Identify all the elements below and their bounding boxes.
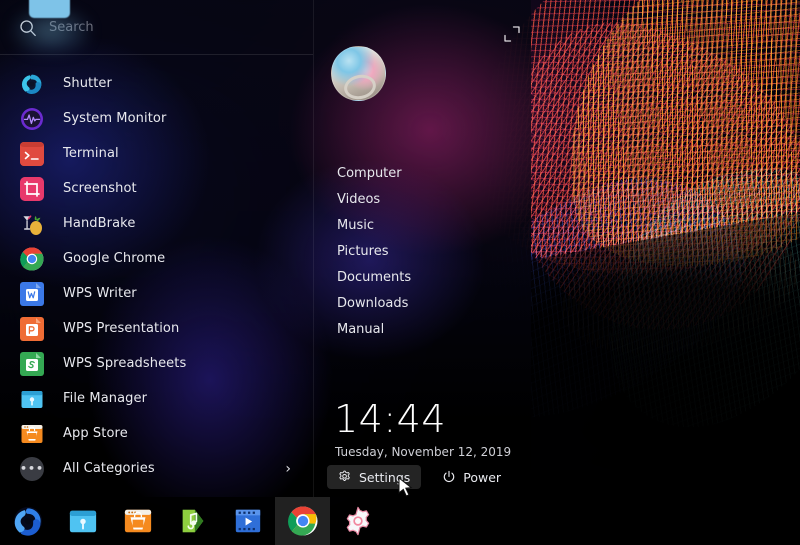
tooltip-chip: [29, 0, 70, 18]
app-label: App Store: [63, 426, 128, 441]
dock-item-google-chrome[interactable]: [275, 497, 330, 545]
clock-date: Tuesday, November 12, 2019: [335, 445, 511, 459]
app-item-terminal[interactable]: Terminal: [0, 136, 313, 171]
launcher-left-column: Shutter System Monitor: [0, 0, 313, 497]
app-item-wps-writer[interactable]: WPS Writer: [0, 276, 313, 311]
app-item-wps-presentation[interactable]: WPS Presentation: [0, 311, 313, 346]
deepin-launcher-icon: [13, 506, 43, 536]
wps-spreadsheets-icon: [20, 352, 44, 376]
app-item-google-chrome[interactable]: Google Chrome: [0, 241, 313, 276]
settings-label: Settings: [359, 470, 410, 485]
music-icon: [178, 506, 208, 536]
launcher-menu: Shutter System Monitor: [0, 0, 531, 497]
screenshot-icon: [20, 177, 44, 201]
app-store-icon: [123, 506, 153, 536]
expand-fullscreen-icon[interactable]: [502, 24, 522, 44]
app-label: Screenshot: [63, 181, 137, 196]
launcher-column-divider: [313, 0, 314, 497]
application-list: Shutter System Monitor: [0, 55, 313, 497]
app-item-file-manager[interactable]: File Manager: [0, 381, 313, 416]
dock-item-app-store[interactable]: [110, 497, 165, 545]
place-item-manual[interactable]: Manual: [335, 316, 525, 342]
settings-button[interactable]: Settings: [327, 465, 421, 489]
taskbar-dock: [0, 497, 800, 545]
place-item-videos[interactable]: Videos: [335, 186, 525, 212]
app-item-wps-spreadsheets[interactable]: WPS Spreadsheets: [0, 346, 313, 381]
launcher-actions: Settings Power: [327, 465, 512, 489]
app-label: HandBrake: [63, 216, 135, 231]
app-item-screenshot[interactable]: Screenshot: [0, 171, 313, 206]
app-label: Shutter: [63, 76, 112, 91]
place-label: Documents: [337, 270, 411, 285]
places-list: Computer Videos Music Pictures Documents…: [335, 160, 525, 342]
search-bar[interactable]: [0, 0, 313, 55]
file-manager-icon: [20, 387, 44, 411]
search-icon: [18, 18, 38, 38]
launcher-right-column: Computer Videos Music Pictures Documents…: [313, 0, 531, 497]
desktop-screen: Shutter System Monitor: [0, 0, 800, 545]
wps-presentation-icon: [20, 317, 44, 341]
app-item-system-monitor[interactable]: System Monitor: [0, 101, 313, 136]
place-label: Videos: [337, 192, 380, 207]
place-label: Downloads: [337, 296, 408, 311]
file-manager-icon: [68, 506, 98, 536]
dock-item-file-manager[interactable]: [55, 497, 110, 545]
place-item-downloads[interactable]: Downloads: [335, 290, 525, 316]
gear-icon: [338, 470, 352, 484]
wps-writer-icon: [20, 282, 44, 306]
place-item-music[interactable]: Music: [335, 212, 525, 238]
app-store-icon: [20, 422, 44, 446]
app-item-handbrake[interactable]: HandBrake: [0, 206, 313, 241]
app-label: WPS Writer: [63, 286, 137, 301]
google-chrome-icon: [20, 247, 44, 271]
app-item-app-store[interactable]: App Store: [0, 416, 313, 451]
system-monitor-icon: [20, 107, 44, 131]
search-underline: [0, 54, 313, 55]
dock-item-control-center[interactable]: [330, 497, 385, 545]
app-item-shutter[interactable]: Shutter: [0, 66, 313, 101]
power-label: Power: [463, 470, 501, 485]
power-icon: [442, 470, 456, 484]
app-label: Terminal: [63, 146, 119, 161]
avatar[interactable]: [331, 46, 386, 101]
app-item-all-categories[interactable]: ••• All Categories ›: [0, 451, 313, 486]
place-label: Music: [337, 218, 374, 233]
dock-item-movie[interactable]: [220, 497, 275, 545]
app-label: WPS Spreadsheets: [63, 356, 186, 371]
app-label: System Monitor: [63, 111, 166, 126]
terminal-icon: [20, 142, 44, 166]
place-label: Computer: [337, 166, 402, 181]
search-input[interactable]: [47, 19, 251, 36]
place-item-documents[interactable]: Documents: [335, 264, 525, 290]
handbrake-icon: [20, 212, 44, 236]
google-chrome-icon: [288, 506, 318, 536]
place-label: Pictures: [337, 244, 388, 259]
app-label: WPS Presentation: [63, 321, 179, 336]
app-label: Google Chrome: [63, 251, 165, 266]
place-item-pictures[interactable]: Pictures: [335, 238, 525, 264]
settings-gear-icon: [343, 506, 373, 536]
movie-icon: [233, 506, 263, 536]
app-label: File Manager: [63, 391, 147, 406]
place-label: Manual: [337, 322, 384, 337]
app-label: All Categories: [63, 461, 155, 476]
shutter-icon: [20, 72, 44, 96]
dock-item-launcher[interactable]: [0, 497, 55, 545]
clock-time: 14:44: [334, 400, 446, 438]
dock-item-music[interactable]: [165, 497, 220, 545]
power-button[interactable]: Power: [431, 465, 512, 489]
chevron-right-icon: ›: [285, 462, 291, 476]
ellipsis-icon: •••: [20, 457, 44, 481]
place-item-computer[interactable]: Computer: [335, 160, 525, 186]
